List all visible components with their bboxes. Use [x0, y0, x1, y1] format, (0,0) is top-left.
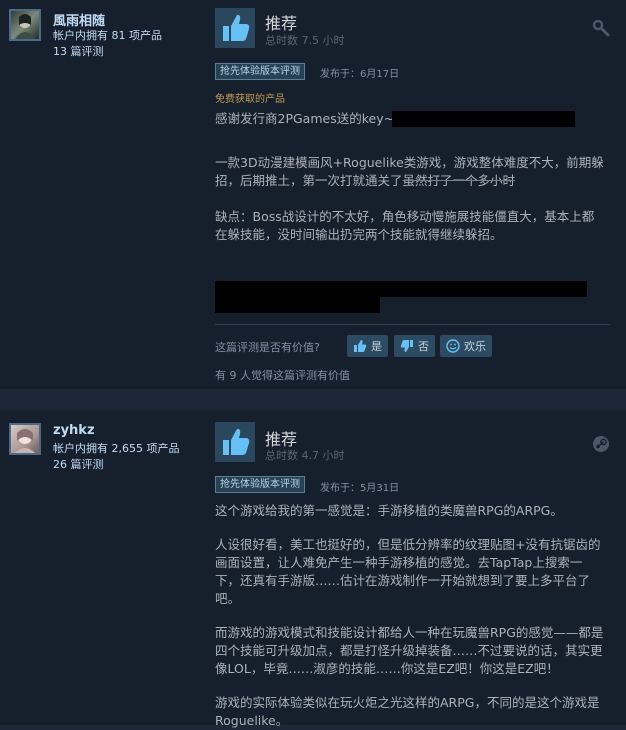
early-access-badge: 抢先体验版本评测 — [215, 63, 305, 80]
review-text: 这个游戏给我的第一感觉是：手游移植的类魔兽RPG的ARPG。 人设很好看，美工也… — [215, 502, 605, 730]
free-product-label: 免费获取的产品 — [215, 94, 285, 105]
thumbs-up-icon — [215, 8, 255, 48]
vote-funny-button[interactable]: 欢乐 — [440, 335, 492, 357]
posted-date: 发布于：5月31日 — [320, 483, 400, 494]
thumbs-down-icon — [400, 340, 413, 352]
redacted-block — [215, 281, 587, 297]
early-access-badge: 抢先体验版本评测 — [215, 476, 305, 493]
review-paragraph: 一款3D动漫建模画风+Roguelike类游戏，游戏整体难度不大，前期躲招，后期… — [215, 154, 605, 190]
review-paragraph: 这个游戏给我的第一感觉是：手游移植的类魔兽RPG的ARPG。 — [215, 503, 563, 518]
review-count[interactable]: 13 篇评测 — [53, 44, 104, 60]
helpful-count: 有 9 人觉得这篇评测有价值 — [215, 369, 350, 382]
strikethrough-text: 虽然打了一个多小时 — [402, 173, 516, 188]
no-label: 否 — [418, 340, 429, 353]
thumbs-up-icon — [215, 422, 255, 462]
review-count[interactable]: 26 篇评测 — [53, 457, 104, 473]
hours-played: 总时数 7.5 小时 — [265, 34, 345, 47]
review-paragraph: 人设很好看，美工也挺好的，但是低分辨率的纹理贴图+没有抗锯齿的画面设置，让人难免… — [215, 537, 601, 606]
divider — [215, 324, 610, 325]
owned-products[interactable]: 帐户内拥有 81 项产品 — [53, 28, 162, 44]
review-paragraph: 而游戏的游戏模式和技能设计都给人一种在玩魔兽RPG的感觉——都是四个技能可升级加… — [215, 625, 604, 676]
posted-date: 发布于：6月17日 — [320, 69, 400, 80]
funny-label: 欢乐 — [464, 340, 486, 353]
review-card-2: zyhkz 帐户内拥有 2,655 项产品 26 篇评测 推荐 总时数 4.7 … — [0, 410, 626, 728]
avatar[interactable] — [9, 423, 41, 455]
owned-products[interactable]: 帐户内拥有 2,655 项产品 — [53, 441, 179, 457]
gear-icon — [592, 19, 610, 37]
thumbs-up-icon — [354, 340, 367, 352]
steam-icon — [592, 435, 610, 453]
verdict-label: 推荐 — [265, 14, 298, 33]
vote-no-button[interactable]: 否 — [394, 335, 435, 357]
smiley-icon — [446, 339, 460, 353]
review-text: 感谢发行商2PGames送的key~ 一款3D动漫建模画风+Roguelike类… — [215, 110, 605, 244]
review-paragraph: 缺点：Boss战设计的不太好，角色移动慢施展技能僵直大，基本上都在躲技能，没时间… — [215, 209, 595, 242]
redacted-block — [215, 297, 380, 313]
review-card-1: 風雨相随 帐户内拥有 81 项产品 13 篇评测 推荐 总时数 7.5 小时 抢… — [0, 0, 626, 389]
helpful-question: 这篇评测是否有价值? — [215, 341, 320, 354]
author-name[interactable]: zyhkz — [53, 423, 95, 438]
redacted-key — [392, 111, 575, 127]
yes-label: 是 — [371, 340, 382, 353]
author-name[interactable]: 風雨相随 — [53, 10, 105, 29]
vote-yes-button[interactable]: 是 — [347, 335, 388, 357]
avatar[interactable] — [9, 9, 41, 41]
hours-played: 总时数 4.7 小时 — [265, 449, 345, 462]
